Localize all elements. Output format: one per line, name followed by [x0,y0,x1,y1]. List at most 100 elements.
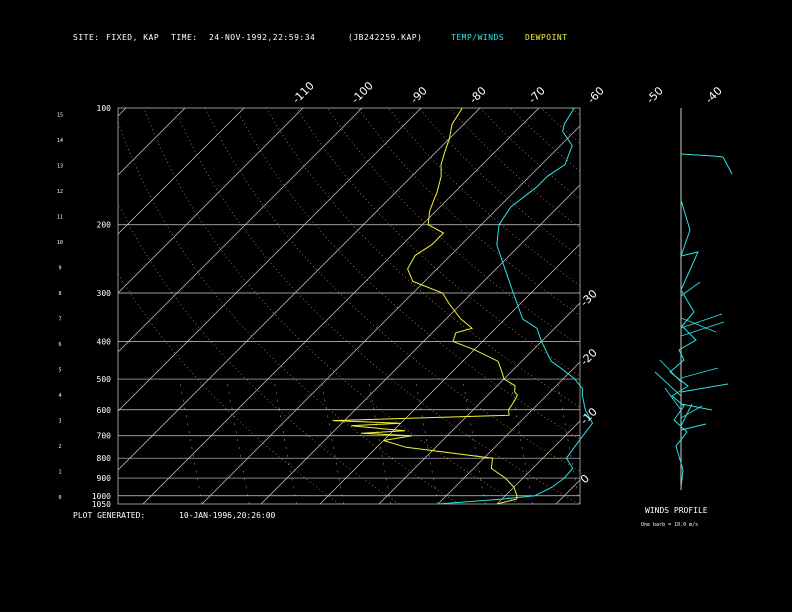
site-value: FIXED, KAP [106,33,160,42]
dry-adiabat [296,108,580,377]
top-temperature-label: -80 [467,84,489,106]
temperature-series-line [437,107,594,505]
mixing-ratio-line [226,378,250,504]
isotherm-line [201,125,580,504]
top-temperature-label: -60 [585,84,607,106]
dry-adiabat [663,108,792,504]
dry-adiabat [633,108,792,504]
top-temperature-label: -50 [644,84,666,106]
mixing-ratio-line [556,378,580,504]
dry-adiabat [571,108,580,116]
height-tick-label: 7 [58,317,61,323]
height-tick-label: 4 [58,393,61,399]
height-tick-label: 6 [58,342,61,348]
wind-barb [680,423,707,431]
time-label: TIME: [171,33,198,42]
dry-adiabat [235,108,580,440]
isotherm-line [118,108,304,294]
wind-barb [659,359,682,383]
isotherm-line [496,420,580,504]
pressure-tick-label: 400 [97,337,112,346]
plot-frame [117,107,581,505]
isotherm-line [142,108,540,504]
height-tick-label: 13 [57,164,63,170]
pressure-tick-label: 100 [97,104,112,113]
dry-adiabat [118,202,400,504]
dry-adiabat [755,108,792,504]
height-tick-label: 8 [58,291,61,297]
legend-dewpoint: DEWPOINT [525,33,568,42]
height-tick-label: 11 [57,215,63,221]
wind-barb [680,405,703,419]
height-tick-label: 1 [58,470,61,476]
wind-barb [680,321,725,337]
dry-adiabat [724,108,792,504]
height-tick-label: 10 [57,240,63,246]
isotherm-line [260,184,580,504]
top-temperature-label: -70 [526,84,548,106]
dry-adiabat [694,108,792,504]
height-tick-label: 2 [58,444,61,450]
mixing-ratio-line [651,379,674,504]
mixing-ratio-line [273,378,297,504]
height-tick-label: 0 [58,495,61,501]
isotherm-line [378,302,580,504]
winds-profile-note: One barb = 10.0 m/s [641,522,699,528]
isotherm-line [615,108,792,504]
dry-adiabat [143,108,519,504]
dry-adiabat [785,108,792,504]
height-tick-label: 15 [57,113,63,119]
pressure-tick-label: 700 [97,432,112,441]
height-tick-label: 5 [58,368,61,374]
isotherm-line [118,108,363,353]
wind-barb [680,367,719,379]
dry-adiabat [449,108,580,229]
dry-adiabat [418,108,580,258]
pressure-tick-label: 300 [97,289,112,298]
winds-profile-title: WINDS PROFILE [645,506,708,515]
mixing-ratio-line [699,379,722,504]
isotherm-line [118,108,186,176]
dewpoint-series-line [332,107,519,505]
dry-adiabat [510,108,580,172]
pressure-tick-label: 500 [97,375,112,384]
right-temperature-label: -20 [578,346,600,368]
dry-adiabat [357,108,580,316]
dry-adiabat [540,108,580,144]
mixing-ratio-line [179,378,203,504]
dry-adiabat [118,120,460,504]
mixing-ratio-line [746,379,769,504]
isotherm-line [118,108,481,471]
plot-generated-label: PLOT GENERATED: [73,511,146,520]
isotherm-line [555,479,580,504]
skew-t-chart: 10020030040050060070080090010001050 0123… [0,79,792,509]
pressure-tick-label: 800 [97,454,112,463]
height-tick-label: 14 [57,138,63,144]
right-temperature-label: -30 [578,287,600,309]
site-label: SITE: [73,33,100,42]
isotherm-line [118,108,422,412]
dry-adiabat [265,108,580,408]
pressure-tick-label: 600 [97,406,112,415]
mixing-ratio-line [509,378,533,504]
mixing-ratio-line [320,378,344,504]
mixing-ratio-line [462,378,486,504]
pressure-tick-label: 200 [97,221,112,230]
top-temperature-label: -90 [408,84,430,106]
isotherm-line [674,108,792,504]
time-value: 24-NOV-1992,22:59:34 [209,33,316,42]
mixing-ratio-line [604,379,627,504]
dry-adiabat [479,108,580,200]
plot-generated-value: 10-JAN-1996,20:26:00 [179,511,276,520]
mixing-ratio-line [415,378,439,504]
top-temperature-label: -110 [290,79,317,106]
isotherm-line [0,108,8,504]
isotherm-line [118,108,245,235]
legend-temp-winds: TEMP/WINDS [451,33,505,42]
height-tick-label: 12 [57,189,63,195]
isotherm-line [437,361,580,504]
pressure-tick-label: 900 [97,474,112,483]
file-name: (JB242259.KAP) [348,33,423,42]
wind-barb [680,383,729,393]
height-tick-label: 9 [58,266,61,272]
